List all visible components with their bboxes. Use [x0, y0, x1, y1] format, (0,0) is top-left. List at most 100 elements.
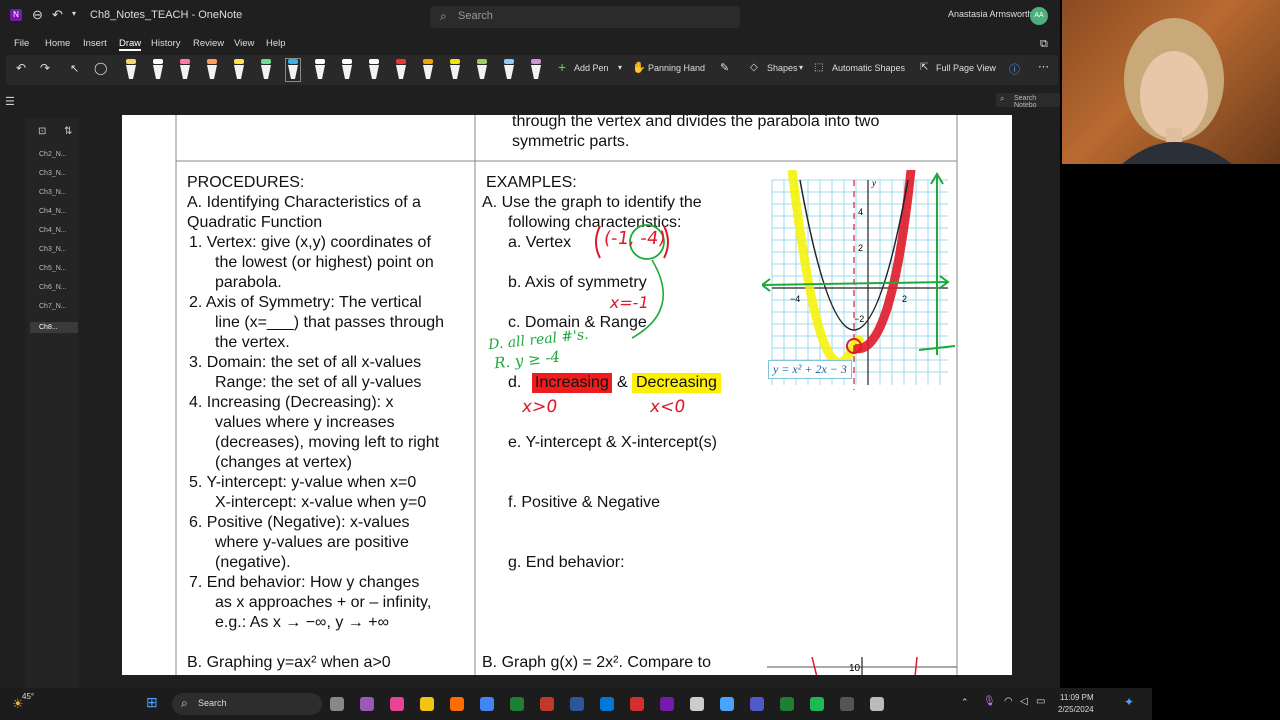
pen-13[interactable]	[448, 59, 462, 81]
add-pen-icon[interactable]: +	[558, 59, 566, 75]
more-options-icon[interactable]: ⋯	[1038, 60, 1049, 73]
sidebar-page-item[interactable]: Ch6_N...	[39, 284, 67, 291]
pen-3[interactable]	[178, 59, 192, 81]
sidebar-page-item[interactable]: Ch3_N...	[39, 246, 67, 253]
ex-d-ampersand: &	[617, 374, 628, 391]
doc-title-text: Ch8_Notes_TEACH	[90, 9, 189, 21]
undo-icon[interactable]: ↶	[52, 7, 63, 23]
navigation-toggle-icon[interactable]: ☰	[5, 95, 15, 108]
proc-4-line-1: 4. Increasing (Decreasing): x	[189, 394, 394, 411]
menu-home[interactable]: Home	[45, 38, 70, 49]
taskbar-app-icon[interactable]	[540, 697, 554, 711]
taskbar-app-icon[interactable]	[360, 697, 374, 711]
pen-16[interactable]	[529, 59, 543, 81]
sidebar-page-item[interactable]: Ch3_N...	[39, 189, 67, 196]
sidebar-page-item[interactable]: Ch8...	[30, 322, 78, 333]
tray-chevron-icon[interactable]: ⌃	[961, 697, 969, 708]
taskbar-app-icon[interactable]	[660, 697, 674, 711]
taskbar-app-icon[interactable]	[780, 697, 794, 711]
taskbar-app-icon[interactable]	[690, 697, 704, 711]
clock-time[interactable]: 11:09 PM	[1060, 693, 1094, 702]
pen-tip-icon	[261, 59, 271, 64]
sidebar-page-item[interactable]: Ch4_N...	[39, 208, 67, 215]
pen-7[interactable]	[285, 58, 301, 82]
sidebar-page-item[interactable]: Ch3_N...	[39, 170, 67, 177]
sort-icon[interactable]: ⇅	[64, 126, 72, 137]
redo-icon[interactable]: ↷	[40, 61, 50, 75]
taskbar-app-icon[interactable]	[510, 697, 524, 711]
back-icon[interactable]: ⊖	[32, 7, 43, 23]
search-box[interactable]: ⌕ Search	[430, 6, 740, 28]
menu-insert[interactable]: Insert	[83, 38, 107, 49]
pen-6[interactable]	[259, 59, 273, 81]
pen-15[interactable]	[502, 59, 516, 81]
sidebar-page-item[interactable]: Ch5_N...	[39, 265, 67, 272]
help-icon[interactable]: ⓘ	[1009, 61, 1020, 77]
shapes-button[interactable]: Shapes	[767, 63, 798, 73]
taskbar-app-icon[interactable]	[390, 697, 404, 711]
proc-1-line-2: the lowest (or highest) point on	[215, 254, 434, 271]
battery-icon[interactable]: ▭	[1036, 696, 1045, 707]
ruler-icon[interactable]: ✎	[720, 61, 729, 74]
pen-12[interactable]	[421, 59, 435, 81]
automatic-shapes-button[interactable]: Automatic Shapes	[832, 63, 905, 73]
quick-access-dropdown-icon[interactable]: ▾	[72, 9, 76, 18]
proc-6-line-1: 6. Positive (Negative): x-values	[189, 514, 410, 531]
user-name[interactable]: Anastasia Armsworth	[948, 9, 1033, 19]
full-page-view-button[interactable]: Full Page View	[936, 63, 996, 73]
pen-8[interactable]	[313, 59, 327, 81]
mic-icon[interactable]: 🎙	[983, 696, 996, 707]
taskbar-app-icon[interactable]	[840, 697, 854, 711]
undo-icon[interactable]: ↶	[16, 61, 26, 75]
menu-bar: File Home Insert Draw History Review Vie…	[0, 34, 1060, 54]
ink-decreasing: x<0	[648, 397, 687, 417]
taskbar-app-icon[interactable]	[870, 697, 884, 711]
menu-review[interactable]: Review	[193, 38, 224, 49]
pen-14[interactable]	[475, 59, 489, 81]
wifi-icon[interactable]: ◠	[1004, 696, 1013, 707]
volume-icon[interactable]: ◁	[1020, 696, 1028, 707]
menu-view[interactable]: View	[234, 38, 254, 49]
menu-history[interactable]: History	[151, 38, 181, 49]
pen-body-icon	[450, 65, 460, 79]
shapes-dropdown-icon[interactable]: ▾	[799, 63, 803, 72]
start-icon[interactable]: ⊞	[146, 694, 158, 711]
clock-date[interactable]: 2/25/2024	[1058, 705, 1094, 714]
taskbar-app-icon[interactable]	[630, 697, 644, 711]
sidebar-page-item[interactable]: Ch2_N...	[39, 151, 67, 158]
search-notebook-box[interactable]: ⌕ Search Notebo	[996, 93, 1060, 109]
lasso-tool-icon[interactable]: ◯	[94, 61, 107, 75]
pen-2[interactable]	[151, 59, 165, 81]
pen-5[interactable]	[232, 59, 246, 81]
menu-draw[interactable]: Draw	[119, 38, 142, 51]
note-page[interactable]: through the vertex and divides the parab…	[122, 115, 1012, 675]
menu-help[interactable]: Help	[266, 38, 286, 49]
taskbar-app-icon[interactable]	[600, 697, 614, 711]
pen-11[interactable]	[394, 59, 408, 81]
pen-10[interactable]	[367, 59, 381, 81]
taskbar-app-icon[interactable]	[450, 697, 464, 711]
taskbar-search[interactable]: ⌕ Search	[172, 693, 322, 715]
add-pen-button[interactable]: Add Pen	[574, 63, 609, 73]
sidebar-page-item[interactable]: Ch4_N...	[39, 227, 67, 234]
pen-9[interactable]	[340, 59, 354, 81]
taskbar-app-icon[interactable]	[330, 697, 344, 711]
menu-file[interactable]: File	[14, 38, 29, 49]
copilot-icon[interactable]: ✦	[1124, 695, 1134, 709]
sidebar-page-item[interactable]: Ch7_N...	[39, 303, 67, 310]
add-pen-dropdown-icon[interactable]: ▾	[618, 63, 622, 72]
taskbar-app-icon[interactable]	[810, 697, 824, 711]
pen-4[interactable]	[205, 59, 219, 81]
add-page-icon[interactable]: ⊡	[38, 126, 46, 137]
taskbar-app-icon[interactable]	[750, 697, 764, 711]
collapse-ribbon-icon[interactable]: ⧉	[1040, 38, 1048, 51]
taskbar-app-icon[interactable]	[480, 697, 494, 711]
taskbar-app-icon[interactable]	[720, 697, 734, 711]
pen-1[interactable]	[124, 59, 138, 81]
avatar[interactable]: AA	[1030, 7, 1048, 25]
taskbar-app-icon[interactable]	[420, 697, 434, 711]
pen-tip-icon	[288, 59, 298, 64]
taskbar-app-icon[interactable]	[570, 697, 584, 711]
panning-hand-button[interactable]: Panning Hand	[648, 63, 705, 73]
select-tool-icon[interactable]: ↖	[70, 62, 79, 75]
